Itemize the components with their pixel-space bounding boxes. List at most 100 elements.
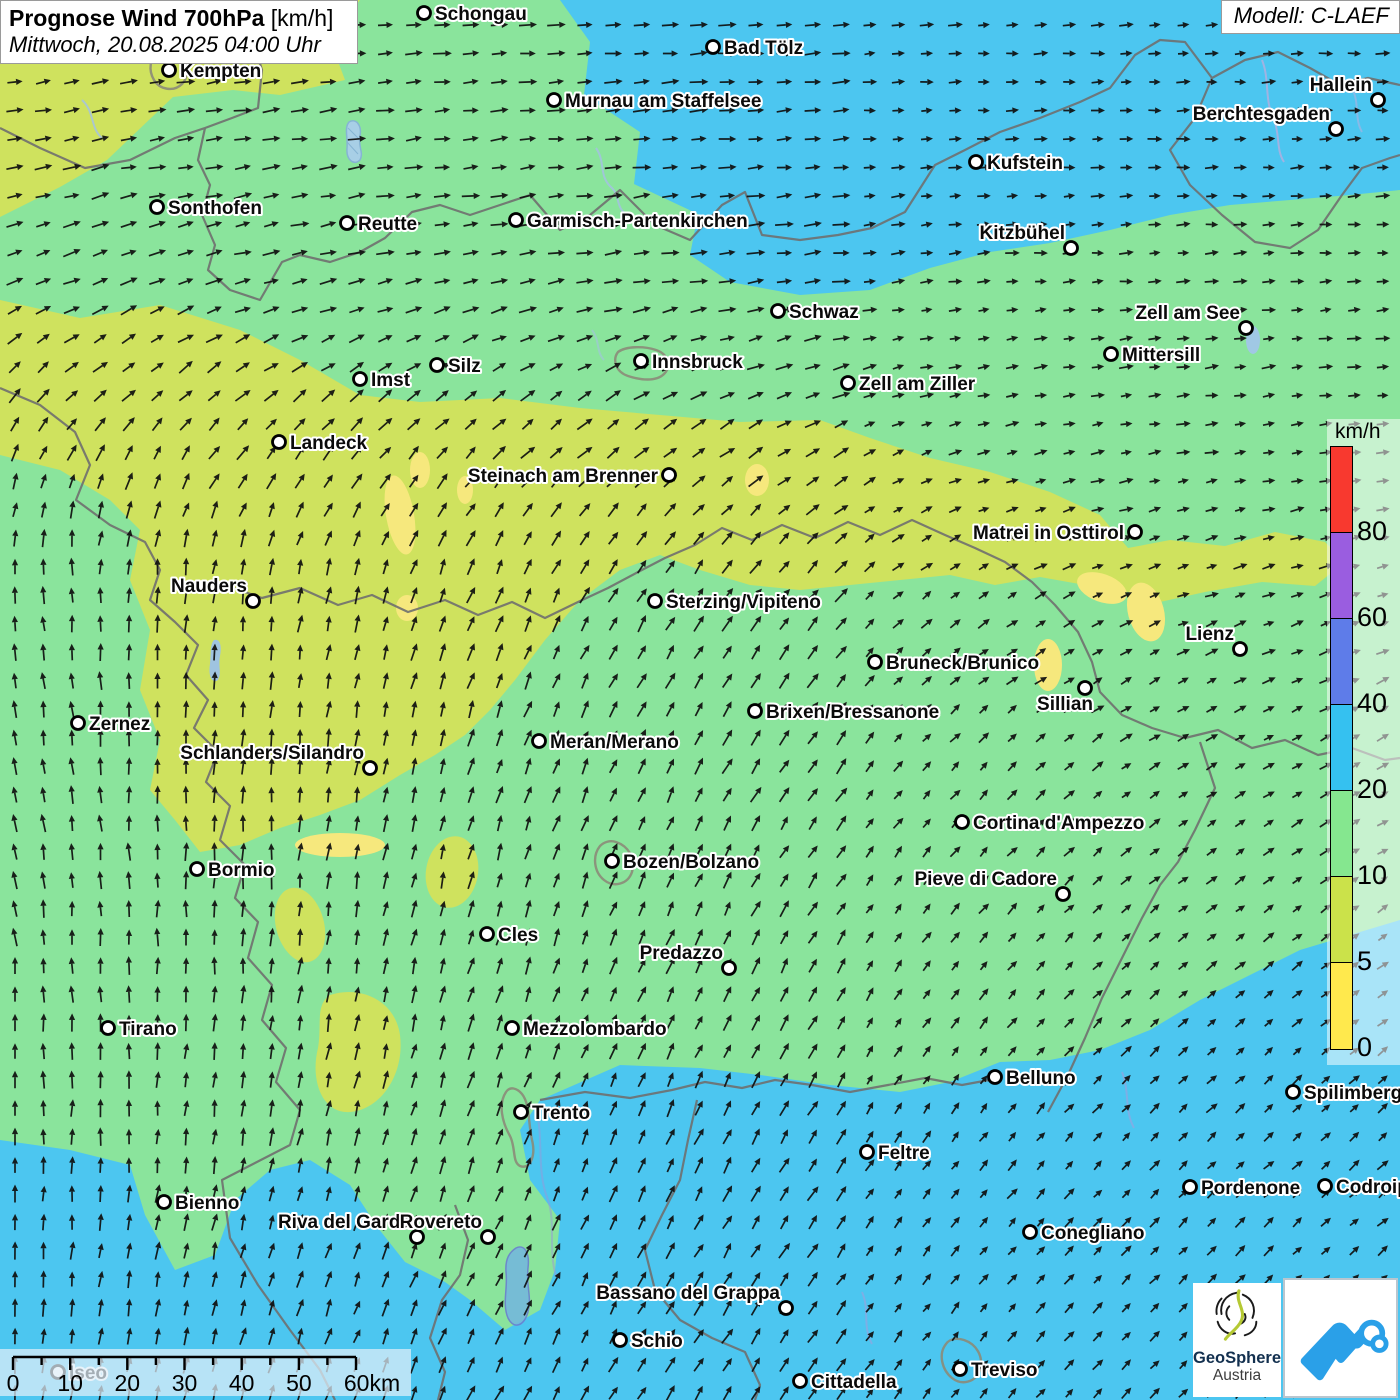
city-marker (1240, 322, 1253, 335)
city-label: Kempten (180, 61, 261, 82)
city-label: Bormio (208, 860, 275, 881)
city-marker (247, 595, 260, 608)
city-label: Schongau (435, 4, 527, 25)
city-label: Meran/Merano (550, 732, 679, 753)
city-label: Pieve di Cadore (914, 869, 1057, 890)
city-marker (606, 855, 619, 868)
city-conegliano: Conegliano (1024, 1223, 1145, 1244)
city-label: Cortina d'Ampezzo (973, 813, 1144, 834)
city-marker (341, 217, 354, 230)
city-marker (1079, 682, 1092, 695)
map-title: Prognose Wind 700hPa [km/h] (9, 4, 349, 32)
city-label: Nauders (171, 576, 247, 597)
city-marker (515, 1106, 528, 1119)
city-label: Silz (448, 356, 481, 377)
city-marker (1372, 94, 1385, 107)
scale-label: 50 (286, 1370, 312, 1396)
city-marker (772, 305, 785, 318)
city-marker (869, 656, 882, 669)
city-label: Kufstein (987, 153, 1063, 174)
legend-tick: 80 (1357, 518, 1387, 545)
city-label: Zell am Ziller (859, 374, 976, 395)
city-garmisch-partenkirchen: Garmisch-Partenkirchen (510, 211, 748, 232)
city-marker (956, 816, 969, 829)
wind-speed-legend: km/h 806040201050 (1327, 419, 1400, 1065)
city-label: Matrei in Osttirol (973, 523, 1124, 544)
city-sterzing-vipiteno: Sterzing/Vipiteno (649, 592, 821, 613)
city-marker (72, 717, 85, 730)
legend-segment (1331, 877, 1352, 963)
city-label: Cittadella (811, 1372, 897, 1393)
city-label: Tirano (119, 1019, 177, 1040)
scale-label: 40 (229, 1370, 255, 1396)
city-marker (354, 373, 367, 386)
city-meran-merano: Meran/Merano (533, 732, 679, 753)
city-marker (649, 595, 662, 608)
city-marker (163, 64, 176, 77)
city-label: Sillian (1037, 694, 1093, 715)
city-marker (1330, 123, 1343, 136)
legend-segment (1331, 619, 1352, 705)
city-marker (780, 1302, 793, 1315)
legend-segment (1331, 791, 1352, 877)
city-label: Garmisch-Partenkirchen (527, 211, 748, 232)
city-marker (749, 705, 762, 718)
legend-segment (1331, 963, 1352, 1049)
city-marker (158, 1196, 171, 1209)
hydro-logo (1283, 1278, 1398, 1398)
city-mezzolombardo: Mezzolombardo (506, 1019, 667, 1040)
city-marker (1287, 1086, 1300, 1099)
city-label: Treviso (971, 1360, 1038, 1381)
city-marker (548, 94, 561, 107)
city-label: Bruneck/Brunico (886, 653, 1039, 674)
city-marker (506, 1022, 519, 1035)
city-label: Sonthofen (168, 198, 262, 219)
city-label: Steinach am Brenner (468, 466, 659, 487)
city-marker (533, 735, 546, 748)
city-label: Spilimbergo (1304, 1083, 1400, 1104)
legend-tick: 20 (1357, 776, 1387, 803)
city-label: Mittersill (1122, 345, 1200, 366)
city-label: Reutte (358, 214, 417, 235)
city-label: Predazzo (640, 943, 723, 964)
city-label: Berchtesgaden (1193, 104, 1330, 125)
city-marker (1184, 1181, 1197, 1194)
city-label: Murnau am Staffelsee (565, 91, 761, 112)
legend-color-bar (1330, 446, 1353, 1050)
forecast-map-image: SchongauBad TölzKemptenMurnau am Staffel… (0, 0, 1400, 1400)
city-label: Feltre (878, 1143, 930, 1164)
map-canvas: SchongauBad TölzKemptenMurnau am Staffel… (0, 0, 1400, 1400)
legend-tick: 40 (1357, 690, 1387, 717)
city-marker (989, 1071, 1002, 1084)
city-marker (364, 762, 377, 775)
legend-tick: 5 (1357, 948, 1372, 975)
city-brixen-bressanone: Brixen/Bressanone (749, 702, 940, 723)
city-marker (1319, 1180, 1332, 1193)
title-box: Prognose Wind 700hPa [km/h] Mittwoch, 20… (0, 0, 358, 64)
city-zell-am-ziller: Zell am Ziller (842, 374, 976, 395)
city-label: Schlanders/Silandro (180, 743, 364, 764)
city-label: Kitzbühel (980, 223, 1066, 244)
city-label: Bozen/Bolzano (623, 852, 759, 873)
city-marker (1234, 643, 1247, 656)
legend-segment (1331, 705, 1352, 791)
city-matrei-in-osttirol: Matrei in Osttirol (973, 523, 1141, 544)
city-cortina-d-ampezzo: Cortina d'Ampezzo (956, 813, 1145, 834)
geosphere-logo: GeoSphere Austria (1193, 1283, 1281, 1397)
city-label: Lienz (1185, 624, 1234, 645)
city-label: Bassano del Grappa (596, 1283, 780, 1304)
city-marker (151, 201, 164, 214)
lake-forggensee (346, 121, 361, 162)
city-marker (273, 436, 286, 449)
city-label: Mezzolombardo (523, 1019, 667, 1040)
city-label: Imst (371, 370, 411, 391)
geosphere-logo-subtext: Austria (1193, 1367, 1281, 1384)
city-marker (1129, 526, 1142, 539)
distance-scale-bar: 0102030405060km (0, 1349, 411, 1396)
city-marker (102, 1022, 115, 1035)
city-marker (794, 1375, 807, 1388)
legend-unit: km/h (1335, 420, 1381, 444)
city-marker (842, 377, 855, 390)
city-marker (481, 928, 494, 941)
city-label: Brixen/Bressanone (766, 702, 939, 723)
